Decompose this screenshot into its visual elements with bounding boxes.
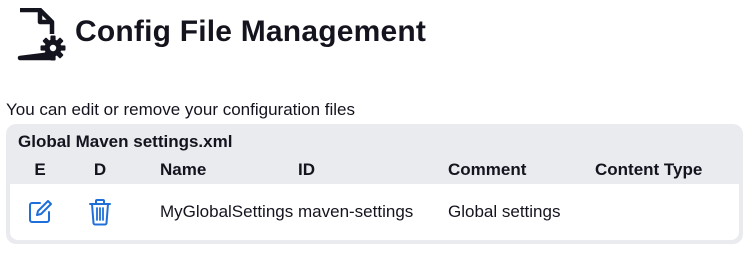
column-header-comment: Comment [448,156,595,184]
column-header-name: Name [130,156,298,184]
global-maven-settings-panel: Global Maven settings.xml E D Name ID Co… [6,124,743,244]
trash-icon [89,199,111,226]
config-files-table: E D Name ID Comment Content Type MyGloba… [10,156,739,240]
row-content-type [595,184,739,240]
page-description: You can edit or remove your configuratio… [6,100,356,119]
delete-cell [70,184,130,240]
column-header-edit: E [10,156,70,184]
column-header-delete: D [70,156,130,184]
edit-button[interactable] [27,199,53,225]
table-row: MyGlobalSettings maven-settings Global s… [10,184,739,240]
column-header-content-type: Content Type [595,156,739,184]
config-file-management-page: Config File Management You can edit or r… [0,0,745,253]
page-title: Config File Management [75,15,427,48]
row-comment: Global settings [448,202,561,221]
row-id: maven-settings [298,202,414,221]
delete-button[interactable] [88,198,112,226]
config-file-gear-icon [17,8,66,61]
column-header-id: ID [298,156,448,184]
config-files-table-container: E D Name ID Comment Content Type MyGloba… [10,156,739,240]
panel-title: Global Maven settings.xml [18,132,233,151]
edit-icon [29,200,52,223]
page-header: Config File Management [16,8,426,64]
edit-cell [10,184,70,240]
row-name: MyGlobalSettings [160,202,294,221]
table-header-row: E D Name ID Comment Content Type [10,156,739,184]
